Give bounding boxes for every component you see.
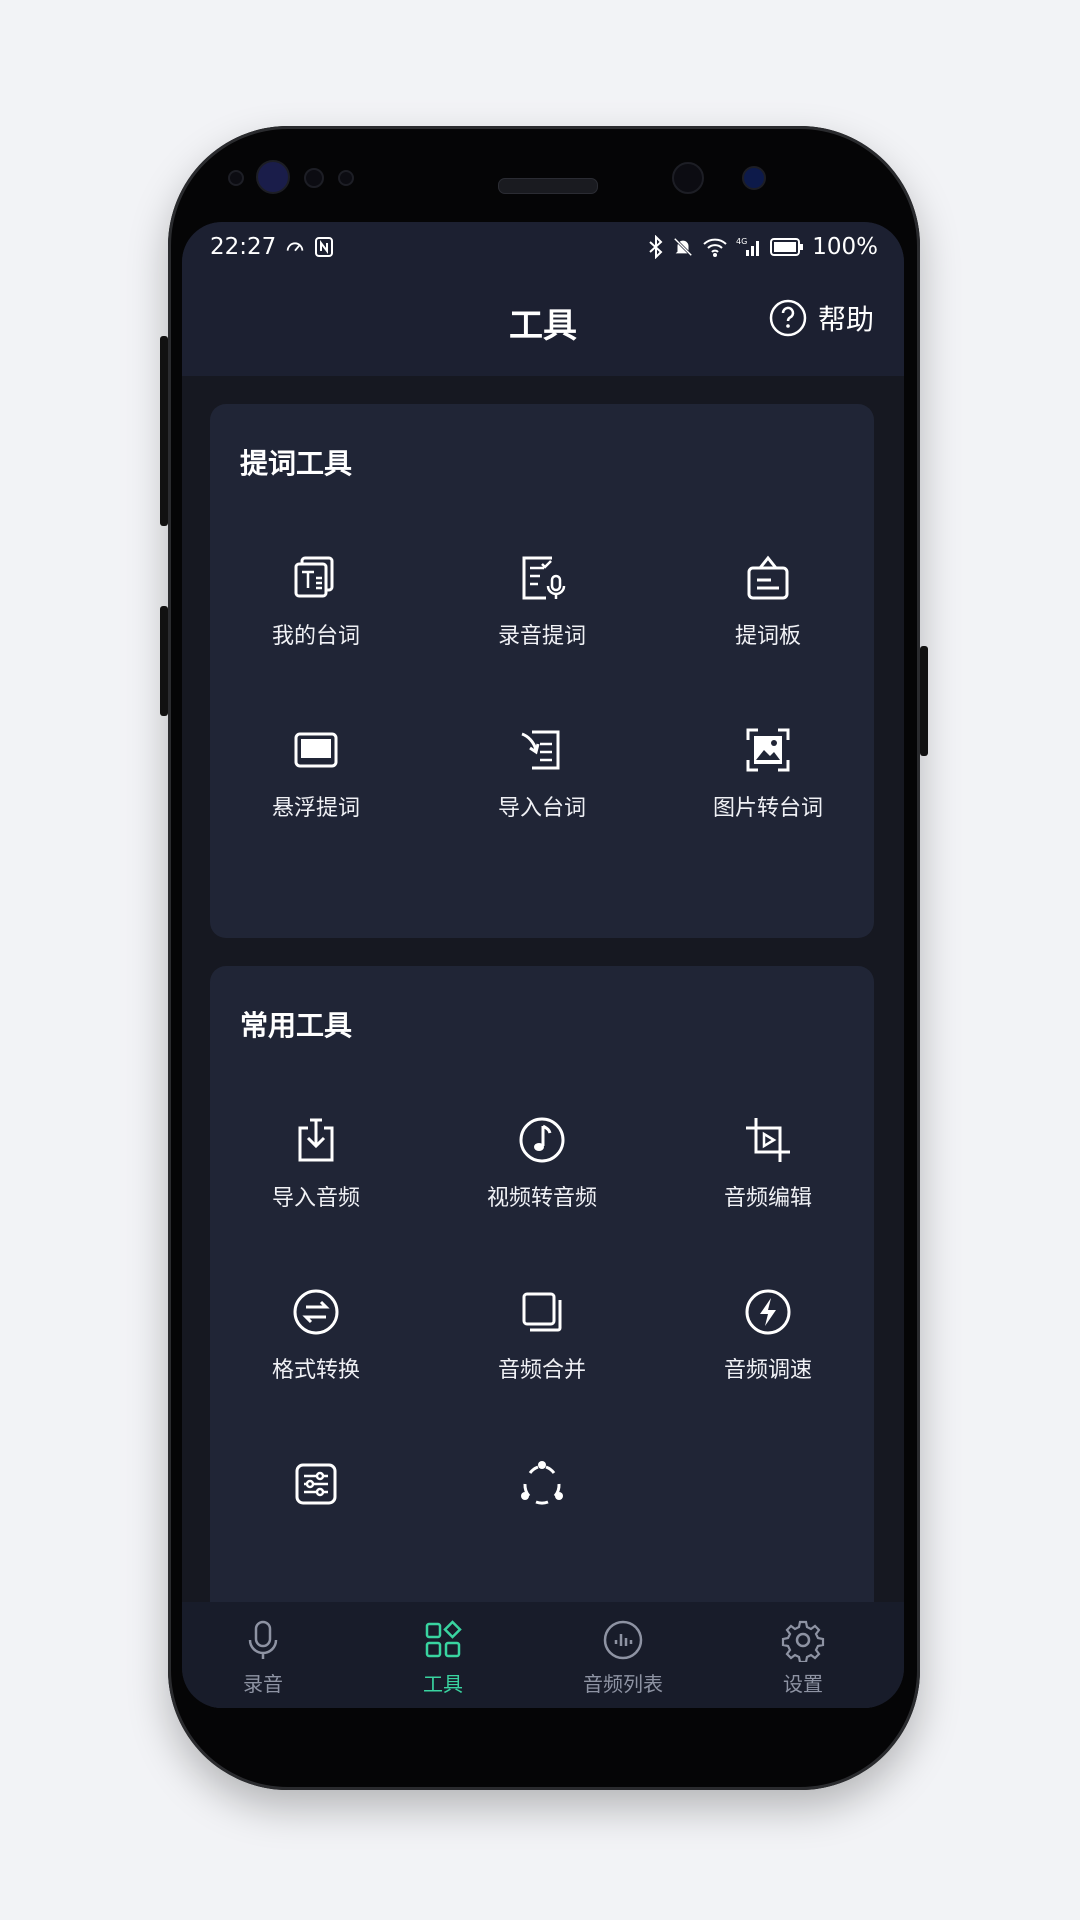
tool-format-convert[interactable]: 格式转换 — [216, 1286, 416, 1416]
tool-my-scripts[interactable]: 我的台词 — [216, 552, 416, 682]
tool-label: 音频调速 — [723, 1358, 812, 1383]
nav-tools[interactable]: 工具 — [368, 1618, 518, 1697]
record-script-icon — [516, 552, 568, 604]
section-title: 提词工具 — [240, 447, 353, 480]
help-circle-icon — [768, 298, 808, 338]
tool-label: 导入音频 — [271, 1186, 360, 1211]
tool-floating-prompter[interactable]: 悬浮提词 — [216, 724, 416, 854]
tool-share[interactable] — [442, 1458, 642, 1588]
app-bar: 工具 帮助 — [182, 274, 904, 376]
speedometer-icon — [284, 236, 306, 258]
app-screen: 22:27 4G 100% 工具 帮助 提词工具 我的台词 录音提词 提词板 悬… — [182, 222, 904, 1708]
import-script-icon — [516, 724, 568, 776]
tool-label: 音频合并 — [497, 1358, 586, 1383]
microphone-icon — [241, 1618, 285, 1662]
cell-signal-icon: 4G — [736, 236, 762, 258]
tool-label: 导入台词 — [497, 796, 586, 821]
bluetooth-icon — [648, 235, 664, 259]
phone-frame: 22:27 4G 100% 工具 帮助 提词工具 我的台词 录音提词 提词板 悬… — [160, 126, 928, 1790]
power-button-right — [920, 646, 928, 756]
audio-list-icon — [601, 1618, 645, 1662]
merge-squares-icon — [516, 1286, 568, 1338]
prompter-board-icon — [742, 552, 794, 604]
tool-label: 我的台词 — [271, 624, 360, 649]
sensor-dot — [338, 170, 354, 186]
section-title: 常用工具 — [240, 1009, 353, 1042]
tool-label: 录音提词 — [497, 624, 586, 649]
grid-tools-icon — [421, 1618, 465, 1662]
sensor-dot — [228, 170, 244, 186]
tool-import-script[interactable]: 导入台词 — [442, 724, 642, 854]
floating-window-icon — [290, 724, 342, 776]
tool-audio-speed[interactable]: 音频调速 — [668, 1286, 868, 1416]
top-bezel — [168, 126, 920, 222]
nav-record[interactable]: 录音 — [188, 1618, 338, 1697]
nav-label: 设置 — [783, 1672, 823, 1696]
image-to-text-icon — [742, 724, 794, 776]
sliders-icon — [290, 1458, 342, 1510]
nfc-icon — [314, 236, 334, 258]
tool-audio-merge[interactable]: 音频合并 — [442, 1286, 642, 1416]
import-audio-icon — [290, 1114, 342, 1166]
swap-arrows-icon — [290, 1286, 342, 1338]
tool-image-to-script[interactable]: 图片转台词 — [668, 724, 868, 854]
tool-import-audio[interactable]: 导入音频 — [216, 1114, 416, 1244]
tool-label: 格式转换 — [271, 1358, 360, 1383]
tool-audio-edit[interactable]: 音频编辑 — [668, 1114, 868, 1244]
battery-percent: 100% — [812, 234, 878, 260]
status-time: 22:27 — [210, 234, 277, 260]
common-tools-card: 常用工具 导入音频 视频转音频 音频编辑 格式转换 音频合并 音频调速 — [210, 966, 874, 1708]
power-button-left — [160, 606, 168, 716]
front-camera — [672, 162, 704, 194]
tool-video-to-audio[interactable]: 视频转音频 — [442, 1114, 642, 1244]
share-circle-icon — [516, 1458, 568, 1510]
help-button[interactable]: 帮助 — [768, 298, 874, 338]
nav-label: 录音 — [243, 1672, 283, 1696]
nav-label: 工具 — [423, 1672, 463, 1696]
front-sensor — [742, 166, 766, 190]
wifi-icon — [702, 236, 728, 258]
tool-label: 音频编辑 — [723, 1186, 812, 1211]
music-note-icon — [516, 1114, 568, 1166]
mute-bell-icon — [672, 236, 694, 258]
tool-equalizer[interactable] — [216, 1458, 416, 1588]
tools-content[interactable]: 提词工具 我的台词 录音提词 提词板 悬浮提词 导入台词 图片转台词 常用工具 … — [182, 376, 904, 1708]
tool-prompter-board[interactable]: 提词板 — [668, 552, 868, 682]
tool-label: 图片转台词 — [712, 796, 823, 821]
tool-label: 提词板 — [734, 624, 801, 649]
earpiece-speaker — [498, 178, 598, 194]
help-label: 帮助 — [817, 303, 874, 336]
iris-scanner — [256, 160, 290, 194]
nav-label: 音频列表 — [583, 1672, 663, 1696]
nav-settings[interactable]: 设置 — [728, 1618, 878, 1697]
tool-label: 悬浮提词 — [271, 796, 360, 821]
tool-label: 视频转音频 — [486, 1186, 597, 1211]
gear-icon — [781, 1618, 825, 1662]
prompter-tools-card: 提词工具 我的台词 录音提词 提词板 悬浮提词 导入台词 图片转台词 — [210, 404, 874, 938]
sensor-dot — [304, 168, 324, 188]
status-bar: 22:27 4G 100% — [182, 222, 904, 274]
script-document-icon — [290, 552, 342, 604]
bottom-navigation: 录音 工具 音频列表 设置 — [182, 1602, 904, 1708]
tool-record-script[interactable]: 录音提词 — [442, 552, 642, 682]
nav-audio-list[interactable]: 音频列表 — [548, 1618, 698, 1697]
crop-play-icon — [742, 1114, 794, 1166]
svg-text:4G: 4G — [736, 237, 747, 246]
lightning-icon — [742, 1286, 794, 1338]
battery-icon — [770, 237, 804, 257]
volume-button — [160, 336, 168, 526]
